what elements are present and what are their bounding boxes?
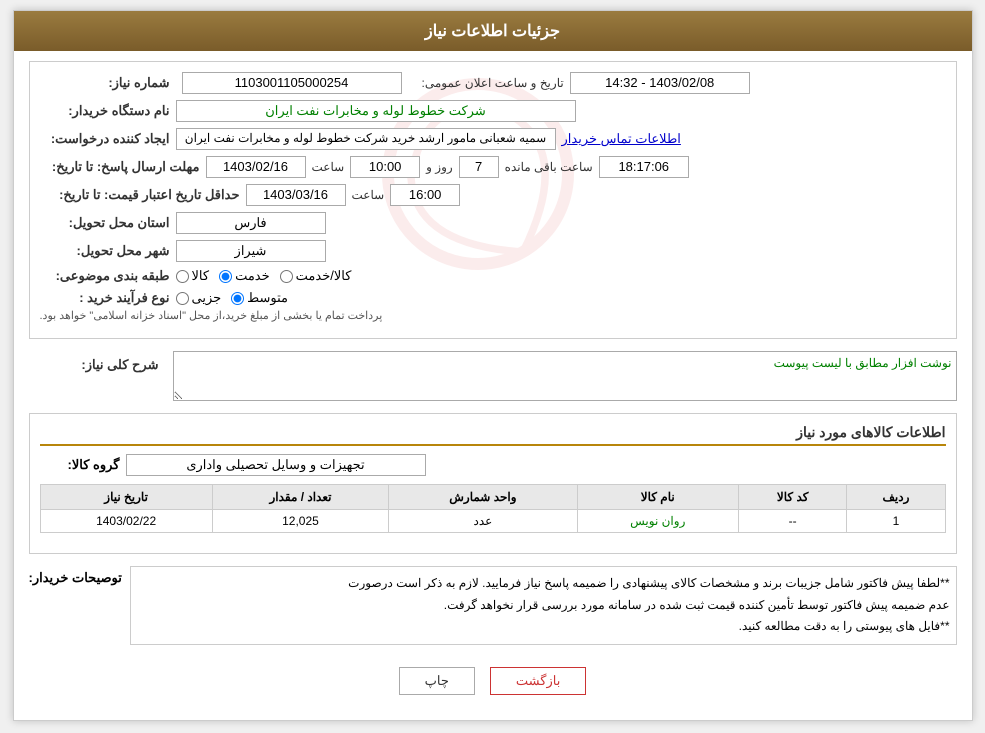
buyer-name-value: شرکت خطوط لوله و مخابرات نفت ایران: [176, 100, 576, 122]
goods-section-title: اطلاعات کالاهای مورد نیاز: [40, 424, 946, 446]
category-label: طبقه بندی موضوعی:: [40, 268, 170, 284]
process-radio-group: متوسط جزیی: [176, 290, 289, 306]
buyer-name-label: نام دستگاه خریدار:: [40, 103, 170, 119]
header-title: جزئیات اطلاعات نیاز: [425, 23, 560, 40]
category-option-khadamat[interactable]: کالا/خدمت: [280, 268, 352, 284]
process-label: نوع فرآیند خرید :: [40, 290, 170, 306]
send-deadline-day-label: روز و: [426, 160, 453, 174]
button-row: بازگشت چاپ: [29, 657, 957, 705]
city-value: شیراز: [176, 240, 326, 262]
category-option-goods[interactable]: کالا: [176, 268, 210, 284]
price-validity-date: 1403/03/16: [246, 184, 346, 206]
need-number-value: 1103001105000254: [182, 72, 402, 94]
province-value: فارس: [176, 212, 326, 234]
category-radio-goods[interactable]: [176, 270, 189, 283]
cell-quantity: 12,025: [212, 510, 389, 533]
col-date: تاریخ نیاز: [40, 485, 212, 510]
category-radio-khadamat[interactable]: [280, 270, 293, 283]
process-option-minor[interactable]: جزیی: [176, 290, 222, 306]
general-description-textarea[interactable]: [173, 351, 957, 401]
process-radio-medium[interactable]: [231, 292, 244, 305]
need-number-label: شماره نیاز:: [40, 75, 170, 91]
cell-code: --: [738, 510, 846, 533]
back-button[interactable]: بازگشت: [490, 667, 586, 695]
price-validity-time: 16:00: [390, 184, 460, 206]
buyer-note-label: توصیحات خریدار:: [29, 570, 122, 586]
col-name: نام کالا: [577, 485, 738, 510]
col-quantity: تعداد / مقدار: [212, 485, 389, 510]
buyer-note-line3: **فایل های پیوستی را به دقت مطالعه کنید.: [137, 616, 950, 638]
cell-name: روان نویس: [577, 510, 738, 533]
col-unit: واحد شمارش: [389, 485, 577, 510]
goods-table: ردیف کد کالا نام کالا واحد شمارش تعداد /…: [40, 484, 946, 533]
cell-row: 1: [847, 510, 945, 533]
general-description-label: شرح کلی نیاز:: [29, 357, 159, 373]
price-validity-label: حداقل تاریخ اعتبار قیمت: تا تاریخ:: [40, 187, 240, 203]
process-option-medium-label: متوسط: [247, 290, 288, 306]
goods-group-label: گروه کالا:: [40, 457, 120, 473]
price-validity-time-label: ساعت: [352, 188, 385, 202]
print-button[interactable]: چاپ: [399, 667, 475, 695]
cell-unit: عدد: [389, 510, 577, 533]
buyer-note-text: **لطفا پیش فاکتور شامل جزیبات برند و مشخ…: [130, 566, 957, 645]
announcement-value: 1403/02/08 - 14:32: [570, 72, 750, 94]
send-deadline-time-label: ساعت: [312, 160, 345, 174]
process-radio-minor[interactable]: [176, 292, 189, 305]
creator-label: ایجاد کننده درخواست:: [40, 131, 170, 147]
send-deadline-days: 7: [459, 156, 499, 178]
process-option-minor-label: جزیی: [192, 290, 222, 306]
category-radio-group: کالا/خدمت خدمت کالا: [176, 268, 352, 284]
announcement-label: تاریخ و ساعت اعلان عمومی:: [422, 76, 564, 90]
goods-group-value: تجهیزات و وسایل تحصیلی واداری: [126, 454, 426, 476]
creator-value: سمیه شعبانی مامور ارشد خرید شرکت خطوط لو…: [176, 128, 556, 150]
send-deadline-label: مهلت ارسال پاسخ: تا تاریخ:: [40, 159, 200, 175]
buyer-note-line2: عدم ضمیمه پیش فاکتور توسط تأمین کننده قی…: [137, 595, 950, 617]
remaining-label: ساعت باقی مانده: [505, 160, 593, 174]
cell-date: 1403/02/22: [40, 510, 212, 533]
category-radio-service[interactable]: [219, 270, 232, 283]
process-option-medium[interactable]: متوسط: [231, 290, 288, 306]
category-option-service-label: خدمت: [235, 268, 270, 284]
send-deadline-time: 10:00: [350, 156, 420, 178]
process-note: پرداخت تمام یا بخشی از مبلغ خرید،از محل …: [40, 309, 393, 322]
table-row: 1 -- روان نویس عدد 12,025 1403/02/22: [40, 510, 945, 533]
category-option-khadamat-label: کالا/خدمت: [296, 268, 352, 284]
remaining-time-value: 18:17:06: [599, 156, 689, 178]
col-row: ردیف: [847, 485, 945, 510]
province-label: استان محل تحویل:: [40, 215, 170, 231]
category-option-goods-label: کالا: [192, 268, 210, 284]
page-header: جزئیات اطلاعات نیاز: [14, 11, 972, 51]
send-deadline-date: 1403/02/16: [206, 156, 306, 178]
contact-link[interactable]: اطلاعات تماس خریدار: [562, 131, 681, 147]
category-option-service[interactable]: خدمت: [219, 268, 270, 284]
city-label: شهر محل تحویل:: [40, 243, 170, 259]
col-code: کد کالا: [738, 485, 846, 510]
buyer-note-line1: **لطفا پیش فاکتور شامل جزیبات برند و مشخ…: [137, 573, 950, 595]
